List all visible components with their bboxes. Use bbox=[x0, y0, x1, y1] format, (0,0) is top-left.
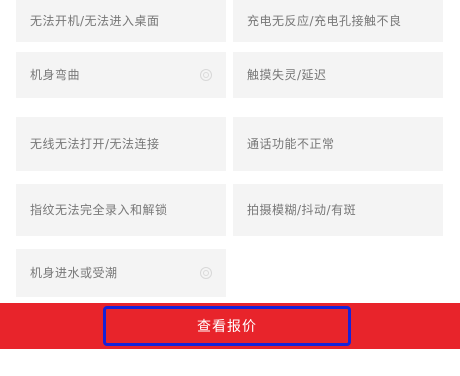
issue-option[interactable]: 无线无法打开/无法连接 bbox=[16, 117, 226, 171]
issue-label: 机身进水或受潮 bbox=[30, 266, 118, 280]
help-icon[interactable] bbox=[200, 69, 212, 81]
issue-option[interactable]: 机身弯曲 bbox=[16, 52, 226, 98]
issue-label: 充电无反应/充电孔接触不良 bbox=[247, 14, 402, 28]
issue-option[interactable]: 充电无反应/充电孔接触不良 bbox=[233, 0, 443, 42]
issue-label: 拍摄模糊/抖动/有斑 bbox=[247, 203, 357, 217]
issue-option[interactable]: 拍摄模糊/抖动/有斑 bbox=[233, 184, 443, 236]
issue-option[interactable]: 机身进水或受潮 bbox=[16, 249, 226, 297]
issue-label: 无线无法打开/无法连接 bbox=[30, 137, 160, 151]
issue-label: 机身弯曲 bbox=[30, 68, 81, 82]
issue-option[interactable]: 指纹无法完全录入和解锁 bbox=[16, 184, 226, 236]
issue-label: 通话功能不正常 bbox=[247, 137, 335, 151]
help-icon[interactable] bbox=[200, 267, 212, 279]
issue-label: 指纹无法完全录入和解锁 bbox=[30, 203, 168, 217]
issue-option[interactable]: 通话功能不正常 bbox=[233, 117, 443, 171]
issue-label: 无法开机/无法进入桌面 bbox=[30, 14, 160, 28]
issue-grid: 无法开机/无法进入桌面 充电无反应/充电孔接触不良 机身弯曲 触摸失灵/延迟 无… bbox=[0, 0, 460, 300]
issue-label: 触摸失灵/延迟 bbox=[247, 68, 327, 82]
issue-option[interactable]: 无法开机/无法进入桌面 bbox=[16, 0, 226, 42]
view-quote-button[interactable]: 查看报价 bbox=[103, 306, 351, 346]
issue-option[interactable]: 触摸失灵/延迟 bbox=[233, 52, 443, 98]
